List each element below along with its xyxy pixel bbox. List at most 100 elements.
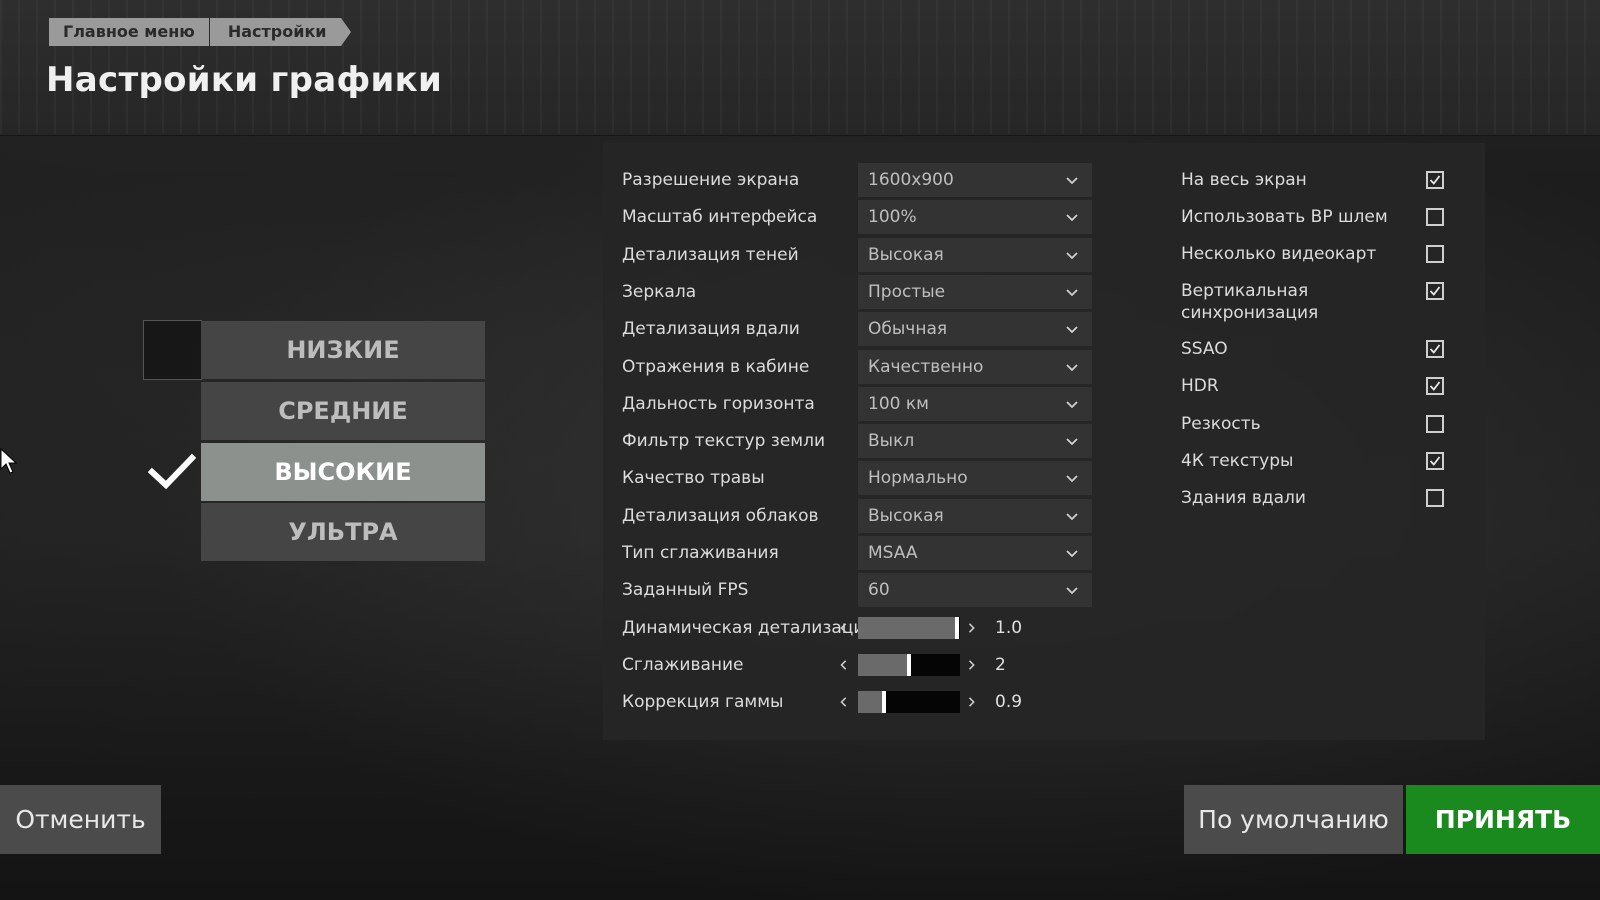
setting-label: Качество травы — [622, 468, 765, 488]
chevron-down-icon — [1066, 177, 1078, 185]
checkbox-label: Резкость — [1181, 414, 1261, 434]
dropdown-value: Высокая — [868, 245, 944, 265]
checkbox-label: Здания вдали — [1181, 488, 1306, 508]
chevron-down-icon — [1066, 438, 1078, 446]
setting-dropdown[interactable]: MSAA — [858, 536, 1092, 570]
setting-dropdown[interactable]: 100% — [858, 200, 1092, 234]
setting-dropdown[interactable]: 100 км — [858, 387, 1092, 421]
checkbox[interactable] — [1426, 340, 1444, 358]
setting-dropdown[interactable]: 60 — [858, 573, 1092, 607]
setting-label: Отражения в кабине — [622, 357, 810, 377]
breadcrumb: Главное меню Настройки — [49, 18, 351, 46]
checkbox[interactable] — [1426, 282, 1444, 300]
chevron-down-icon — [1066, 214, 1078, 222]
graphics-settings-screen: Главное меню Настройки Настройки графики… — [0, 0, 1600, 900]
setting-dropdown[interactable]: Качественно — [858, 350, 1092, 384]
slider-handle[interactable] — [907, 654, 911, 676]
checkbox-label: На весь экран — [1181, 170, 1307, 190]
setting-dropdown[interactable]: Нормально — [858, 461, 1092, 495]
checkmark-icon — [1429, 175, 1441, 185]
checkmark-icon — [1429, 344, 1441, 354]
checkmark-icon — [1429, 456, 1441, 466]
setting-label: Детализация облаков — [622, 506, 819, 526]
slider-handle[interactable] — [955, 617, 959, 639]
slider-handle[interactable] — [882, 691, 886, 713]
page-title: Настройки графики — [46, 60, 443, 100]
chevron-down-icon — [1066, 364, 1078, 372]
chevron-right-icon[interactable] — [967, 695, 977, 709]
checkmark-icon — [1429, 286, 1441, 296]
setting-label: Детализация теней — [622, 245, 799, 265]
setting-dropdown[interactable]: Высокая — [858, 499, 1092, 533]
setting-label: Заданный FPS — [622, 580, 749, 600]
checkbox-label: 4К текстуры — [1181, 451, 1294, 471]
dropdown-value: Высокая — [868, 506, 944, 526]
slider-value: 0.9 — [995, 692, 1023, 712]
slider-label: Динамическая детализация — [622, 618, 875, 638]
chevron-left-icon[interactable] — [839, 621, 849, 635]
slider-value: 2 — [995, 655, 1006, 675]
mouse-cursor-icon — [0, 448, 18, 474]
breadcrumb-main-menu[interactable]: Главное меню — [49, 18, 209, 46]
checkmark-icon — [148, 453, 196, 490]
setting-dropdown[interactable]: Высокая — [858, 238, 1092, 272]
setting-label: Масштаб интерфейса — [622, 207, 818, 227]
slider-fill — [858, 617, 957, 639]
chevron-down-icon — [1066, 587, 1078, 595]
accept-button[interactable]: ПРИНЯТЬ — [1406, 785, 1600, 854]
preset-low-button[interactable]: НИЗКИЕ — [201, 321, 485, 379]
chevron-right-icon[interactable] — [967, 621, 977, 635]
chevron-left-icon[interactable] — [839, 658, 849, 672]
defaults-button[interactable]: По умолчанию — [1184, 785, 1403, 854]
dropdown-value: Качественно — [868, 357, 984, 377]
setting-label: Фильтр текстур земли — [622, 431, 826, 451]
chevron-down-icon — [1066, 513, 1078, 521]
slider-label: Сглаживание — [622, 655, 744, 675]
dropdown-value: Выкл — [868, 431, 915, 451]
breadcrumb-settings[interactable]: Настройки — [209, 18, 351, 46]
chevron-down-icon — [1066, 289, 1078, 297]
checkbox[interactable] — [1426, 171, 1444, 189]
checkbox[interactable] — [1426, 208, 1444, 226]
slider-track[interactable] — [858, 691, 960, 713]
setting-dropdown[interactable]: 1600x900 — [858, 163, 1092, 197]
checkbox[interactable] — [1426, 489, 1444, 507]
chevron-right-icon[interactable] — [967, 658, 977, 672]
slider-label: Коррекция гаммы — [622, 692, 784, 712]
dropdown-value: MSAA — [868, 543, 918, 563]
dropdown-value: 1600x900 — [868, 170, 954, 190]
preset-focus-outline — [143, 320, 202, 380]
setting-dropdown[interactable]: Выкл — [858, 424, 1092, 458]
checkbox-label: Использовать ВР шлем — [1181, 207, 1388, 227]
cancel-button[interactable]: Отменить — [0, 785, 161, 854]
checkbox-label: Несколько видеокарт — [1181, 244, 1377, 264]
chevron-down-icon — [1066, 475, 1078, 483]
slider-value: 1.0 — [995, 618, 1023, 638]
setting-dropdown[interactable]: Обычная — [858, 312, 1092, 346]
checkmark-icon — [1429, 381, 1441, 391]
setting-label: Разрешение экрана — [622, 170, 800, 190]
preset-ultra-button[interactable]: УЛЬТРА — [201, 503, 485, 561]
dropdown-value: Нормально — [868, 468, 968, 488]
checkbox[interactable] — [1426, 377, 1444, 395]
chevron-left-icon[interactable] — [839, 695, 849, 709]
chevron-down-icon — [1066, 550, 1078, 558]
setting-label: Тип сглаживания — [622, 543, 779, 563]
slider-track[interactable] — [858, 654, 960, 676]
checkbox[interactable] — [1426, 245, 1444, 263]
setting-dropdown[interactable]: Простые — [858, 275, 1092, 309]
checkbox[interactable] — [1426, 415, 1444, 433]
dropdown-value: Простые — [868, 282, 946, 302]
preset-high-button[interactable]: ВЫСОКИЕ — [201, 443, 485, 501]
dropdown-value: 100 км — [868, 394, 929, 414]
preset-medium-button[interactable]: СРЕДНИЕ — [201, 382, 485, 440]
slider-track[interactable] — [858, 617, 960, 639]
setting-label: Детализация вдали — [622, 319, 800, 339]
dropdown-value: Обычная — [868, 319, 948, 339]
dropdown-value: 60 — [868, 580, 890, 600]
slider-fill — [858, 654, 909, 676]
chevron-down-icon — [1066, 326, 1078, 334]
setting-label: Зеркала — [622, 282, 697, 302]
checkbox-label: SSAO — [1181, 339, 1228, 359]
checkbox[interactable] — [1426, 452, 1444, 470]
